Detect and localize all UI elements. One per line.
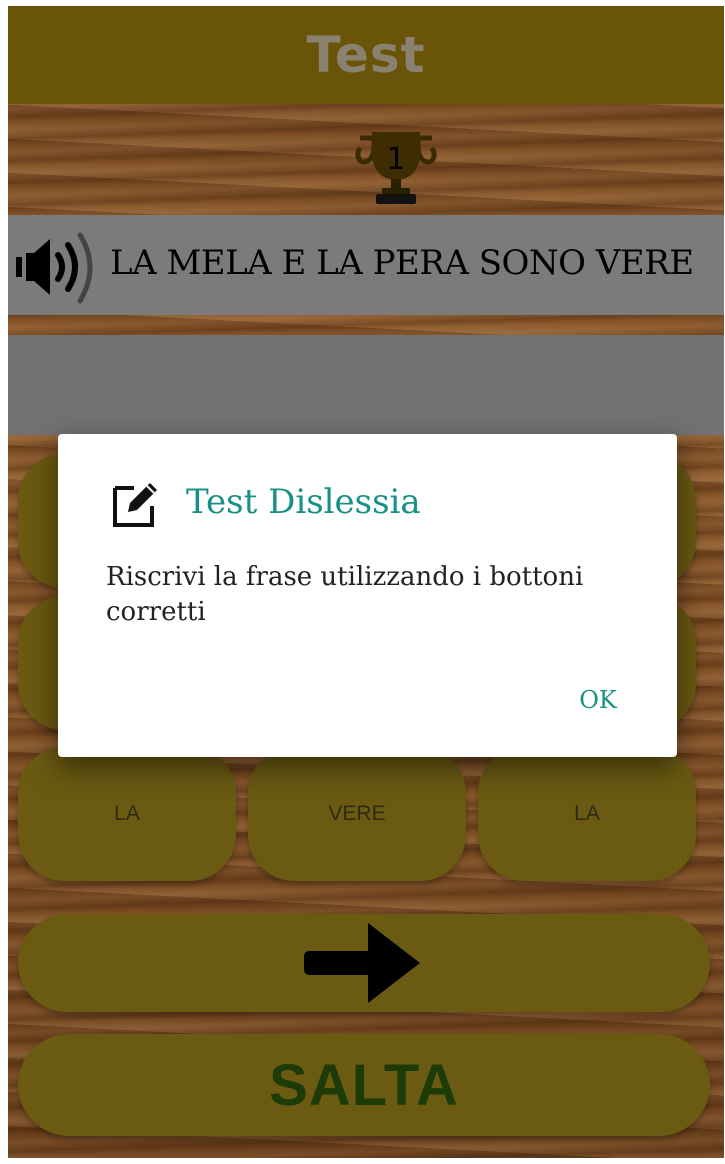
app-header: Test: [8, 6, 724, 104]
word-button-label: LA: [574, 802, 600, 825]
word-button-label: LA: [114, 802, 140, 825]
page-title: Test: [306, 26, 426, 84]
dialog-title: Test Dislessia: [186, 482, 421, 522]
play-audio-button[interactable]: [12, 229, 104, 305]
word-button-la-2[interactable]: LA: [478, 747, 696, 881]
skip-button[interactable]: SALTA: [18, 1034, 710, 1136]
edit-icon: [113, 483, 157, 527]
info-dialog: Test Dislessia Riscrivi la frase utilizz…: [58, 434, 677, 757]
next-button[interactable]: [18, 914, 710, 1012]
speaker-icon: [16, 232, 93, 304]
word-button-vere[interactable]: VERE: [248, 747, 466, 881]
score-trophy: 1: [354, 124, 438, 208]
target-sentence-text: LA MELA E LA PERA SONO VERE: [110, 243, 694, 283]
arrow-right-icon: [304, 923, 420, 1003]
word-button-label: VERE: [328, 802, 386, 825]
skip-button-label: SALTA: [269, 1052, 459, 1118]
word-button-la-1[interactable]: LA: [18, 747, 236, 881]
dialog-ok-button[interactable]: OK: [558, 686, 638, 714]
score-value: 1: [386, 142, 406, 177]
answer-area: [8, 335, 724, 435]
dialog-message: Riscrivi la frase utilizzando i bottoni …: [106, 562, 584, 627]
target-sentence-bar: LA MELA E LA PERA SONO VERE: [8, 215, 724, 315]
